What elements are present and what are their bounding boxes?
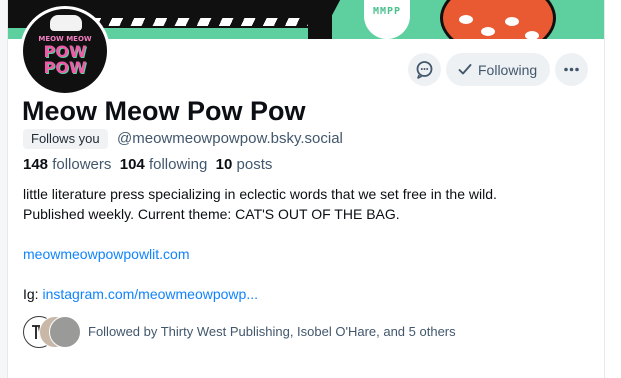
display-name: Meow Meow Pow Pow	[22, 96, 306, 126]
posts-stat: 10 posts	[216, 156, 273, 173]
checkmark-icon	[458, 64, 472, 75]
posts-label: posts	[236, 156, 273, 173]
avatar-other-follower	[49, 316, 81, 348]
followers-count: 148	[23, 156, 49, 173]
followers-link[interactable]: 148 followers	[23, 156, 111, 173]
bio-line-2: Published weekly. Current theme: CAT'S O…	[23, 206, 400, 222]
known-followers-text[interactable]: Followed by Thirty West Publishing, Isob…	[88, 324, 456, 339]
avatar[interactable]: MEOW MEOW POW POW	[20, 6, 110, 96]
followers-label: followers	[52, 156, 112, 173]
following-count: 104	[119, 156, 145, 173]
profile-stats: 148 followers 104 following 10 posts	[23, 156, 272, 173]
website-link[interactable]: meowmeowpowpowlit.com	[23, 246, 190, 262]
ig-prefix: Ig:	[23, 286, 43, 302]
following-link[interactable]: 104 following	[120, 156, 208, 173]
posts-count: 10	[215, 156, 233, 173]
more-options-button[interactable]	[555, 53, 588, 86]
following-button[interactable]: Following	[446, 53, 550, 86]
bio-line-1: little literature press specializing in …	[23, 186, 497, 202]
follows-you-badge: Follows you	[23, 129, 108, 149]
known-followers-avatars[interactable]	[23, 316, 83, 348]
cat-logo-icon	[50, 15, 82, 31]
following-label: following	[148, 156, 208, 173]
profile-bio: little literature press specializing in …	[23, 184, 603, 304]
more-icon	[564, 67, 579, 72]
right-page-edge	[604, 0, 621, 378]
following-button-label: Following	[478, 62, 538, 78]
banner-badge-text: MMPP	[372, 6, 402, 17]
avatar-text-line2: POW POW	[43, 42, 87, 77]
left-page-edge	[0, 0, 8, 378]
banner-shell-art	[440, 0, 556, 39]
instagram-link[interactable]: instagram.com/meowmeowpowp...	[42, 286, 258, 302]
message-button[interactable]	[408, 53, 441, 86]
handle[interactable]: @meowmeowpowpow.bsky.social	[117, 130, 343, 147]
banner-badge: MMPP	[364, 0, 410, 39]
message-icon	[416, 61, 433, 79]
